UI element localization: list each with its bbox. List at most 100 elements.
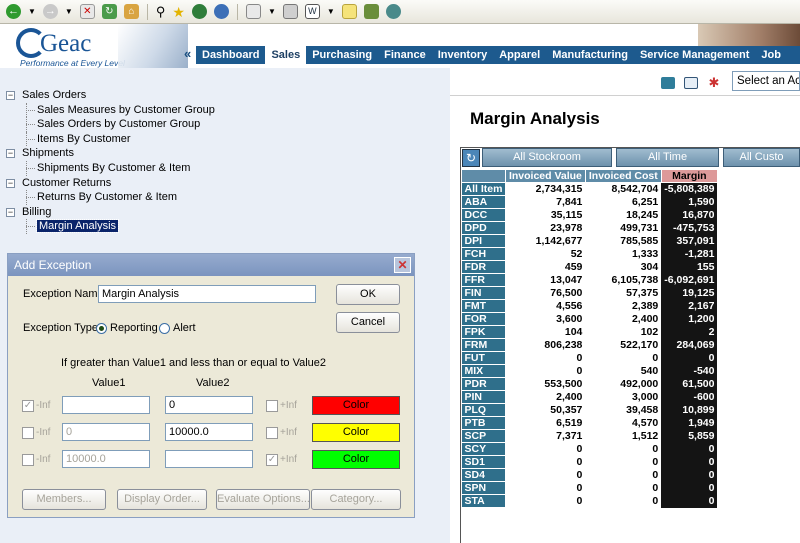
row-header[interactable]: MIX	[461, 364, 506, 378]
export-icon[interactable]	[661, 77, 675, 89]
row-header[interactable]: SD1	[461, 455, 506, 469]
tree-item-margin-analysis[interactable]: Margin Analysis	[6, 219, 215, 234]
neg-inf-checkbox-2[interactable]	[22, 427, 34, 439]
tree-node-customer-returns[interactable]: − Customer Returns	[6, 176, 215, 191]
collapse-icon[interactable]: −	[6, 207, 15, 217]
row-header[interactable]: All Item	[461, 182, 506, 196]
home-icon[interactable]: ⌂	[122, 3, 141, 21]
row-header[interactable]: ABA	[461, 195, 506, 209]
row-header[interactable]: FCH	[461, 247, 506, 261]
dimension-time[interactable]: All Time	[616, 148, 719, 167]
color-button-3[interactable]: Color	[312, 450, 400, 469]
row-header[interactable]: FFR	[461, 273, 506, 287]
value1-input-2[interactable]: 0	[62, 423, 150, 441]
radio-reporting[interactable]	[96, 323, 107, 334]
tree-item[interactable]: Items By Customer	[6, 131, 215, 147]
back-icon[interactable]: ←	[4, 3, 23, 21]
row-header[interactable]: SD4	[461, 468, 506, 482]
row-header[interactable]: PTB	[461, 416, 506, 430]
mail-dropdown-icon[interactable]: ▼	[266, 3, 278, 21]
tree-node-sales-orders[interactable]: − Sales Orders	[6, 88, 215, 103]
row-header[interactable]: PDR	[461, 377, 506, 391]
row-header[interactable]: FUT	[461, 351, 506, 365]
edit-word-icon[interactable]: W	[303, 3, 322, 21]
row-header[interactable]: DCC	[461, 208, 506, 222]
row-header[interactable]: FRM	[461, 338, 506, 352]
forward-dropdown-icon[interactable]: ▼	[63, 3, 75, 21]
column-header[interactable]: Invoiced Cost	[584, 169, 662, 183]
media-icon[interactable]	[190, 3, 209, 21]
history-icon[interactable]	[212, 3, 231, 21]
dimension-customer[interactable]: All Custo	[723, 148, 800, 167]
pos-inf-checkbox-3[interactable]: ✓	[266, 454, 278, 466]
nav-finance[interactable]: Finance	[378, 46, 432, 64]
row-header[interactable]: FDR	[461, 260, 506, 274]
messenger-icon[interactable]	[384, 3, 403, 21]
category-button[interactable]: Category...	[311, 489, 401, 510]
back-dropdown-icon[interactable]: ▼	[26, 3, 38, 21]
column-header[interactable]: Invoiced Value	[504, 169, 586, 183]
exception-icon[interactable]: ✱	[707, 76, 721, 89]
row-header[interactable]: DPD	[461, 221, 506, 235]
forward-icon[interactable]: →	[41, 3, 60, 21]
row-header[interactable]: PLQ	[461, 403, 506, 417]
nav-sales[interactable]: Sales	[265, 46, 307, 64]
row-header[interactable]: DPI	[461, 234, 506, 248]
edit-dropdown-icon[interactable]: ▼	[325, 3, 337, 21]
print-icon[interactable]	[281, 3, 300, 21]
refresh-icon[interactable]: ↻	[462, 149, 480, 167]
row-header[interactable]: PIN	[461, 390, 506, 404]
row-header[interactable]: FMT	[461, 299, 506, 313]
row-header[interactable]: SCP	[461, 429, 506, 443]
nav-purchasing[interactable]: Purchasing	[306, 46, 378, 64]
pos-inf-checkbox-2[interactable]	[266, 427, 278, 439]
cancel-button[interactable]: Cancel	[336, 312, 400, 333]
color-button-2[interactable]: Color	[312, 423, 400, 442]
row-header[interactable]: SCY	[461, 442, 506, 456]
value2-input-3[interactable]	[165, 450, 253, 468]
stop-icon[interactable]: ✕	[78, 3, 97, 21]
row-header[interactable]: FIN	[461, 286, 506, 300]
collapse-icon[interactable]: −	[6, 91, 15, 100]
members-button[interactable]: Members...	[22, 489, 106, 510]
column-header[interactable]: Margin	[660, 169, 718, 183]
row-header[interactable]: SPN	[461, 481, 506, 495]
collapse-icon[interactable]: −	[6, 178, 15, 188]
exception-name-input[interactable]: Margin Analysis	[98, 285, 316, 303]
tree-item[interactable]: Sales Measures by Customer Group	[6, 102, 215, 118]
row-header[interactable]: STA	[461, 494, 506, 508]
neg-inf-checkbox-1[interactable]: ✓	[22, 400, 34, 412]
action-select[interactable]: Select an Ac	[732, 71, 800, 91]
ok-button[interactable]: OK	[336, 284, 400, 305]
nav-dashboard[interactable]: Dashboard	[196, 46, 265, 64]
tree-item[interactable]: Returns By Customer & Item	[6, 190, 215, 205]
favorites-icon[interactable]: ★	[170, 3, 187, 21]
dimension-stockroom[interactable]: All Stockroom	[482, 148, 612, 167]
notes-icon[interactable]	[340, 3, 359, 21]
nav-job[interactable]: Job	[755, 46, 787, 64]
close-icon[interactable]: ✕	[394, 257, 411, 273]
nav-collapse-icon[interactable]: «	[184, 46, 191, 61]
display-order-button[interactable]: Display Order...	[117, 489, 207, 510]
row-header[interactable]: FOR	[461, 312, 506, 326]
nav-inventory[interactable]: Inventory	[432, 46, 494, 64]
value1-input-1[interactable]	[62, 396, 150, 414]
neg-inf-checkbox-3[interactable]	[22, 454, 34, 466]
row-header[interactable]: FPK	[461, 325, 506, 339]
nav-apparel[interactable]: Apparel	[493, 46, 546, 64]
tree-node-shipments[interactable]: − Shipments	[6, 146, 215, 161]
nav-manufacturing[interactable]: Manufacturing	[546, 46, 634, 64]
mail-icon[interactable]	[244, 3, 263, 21]
chart-icon[interactable]	[684, 77, 698, 89]
evaluate-options-button[interactable]: Evaluate Options...	[216, 489, 310, 510]
tree-item[interactable]: Sales Orders by Customer Group	[6, 117, 215, 132]
tree-node-billing[interactable]: − Billing	[6, 205, 215, 220]
value2-input-1[interactable]: 0	[165, 396, 253, 414]
value2-input-2[interactable]: 10000.0	[165, 423, 253, 441]
value1-input-3[interactable]: 10000.0	[62, 450, 150, 468]
tree-item[interactable]: Shipments By Customer & Item	[6, 160, 215, 176]
research-icon[interactable]	[362, 3, 381, 21]
collapse-icon[interactable]: −	[6, 149, 15, 159]
nav-service-management[interactable]: Service Management	[634, 46, 755, 64]
pos-inf-checkbox-1[interactable]	[266, 400, 278, 412]
